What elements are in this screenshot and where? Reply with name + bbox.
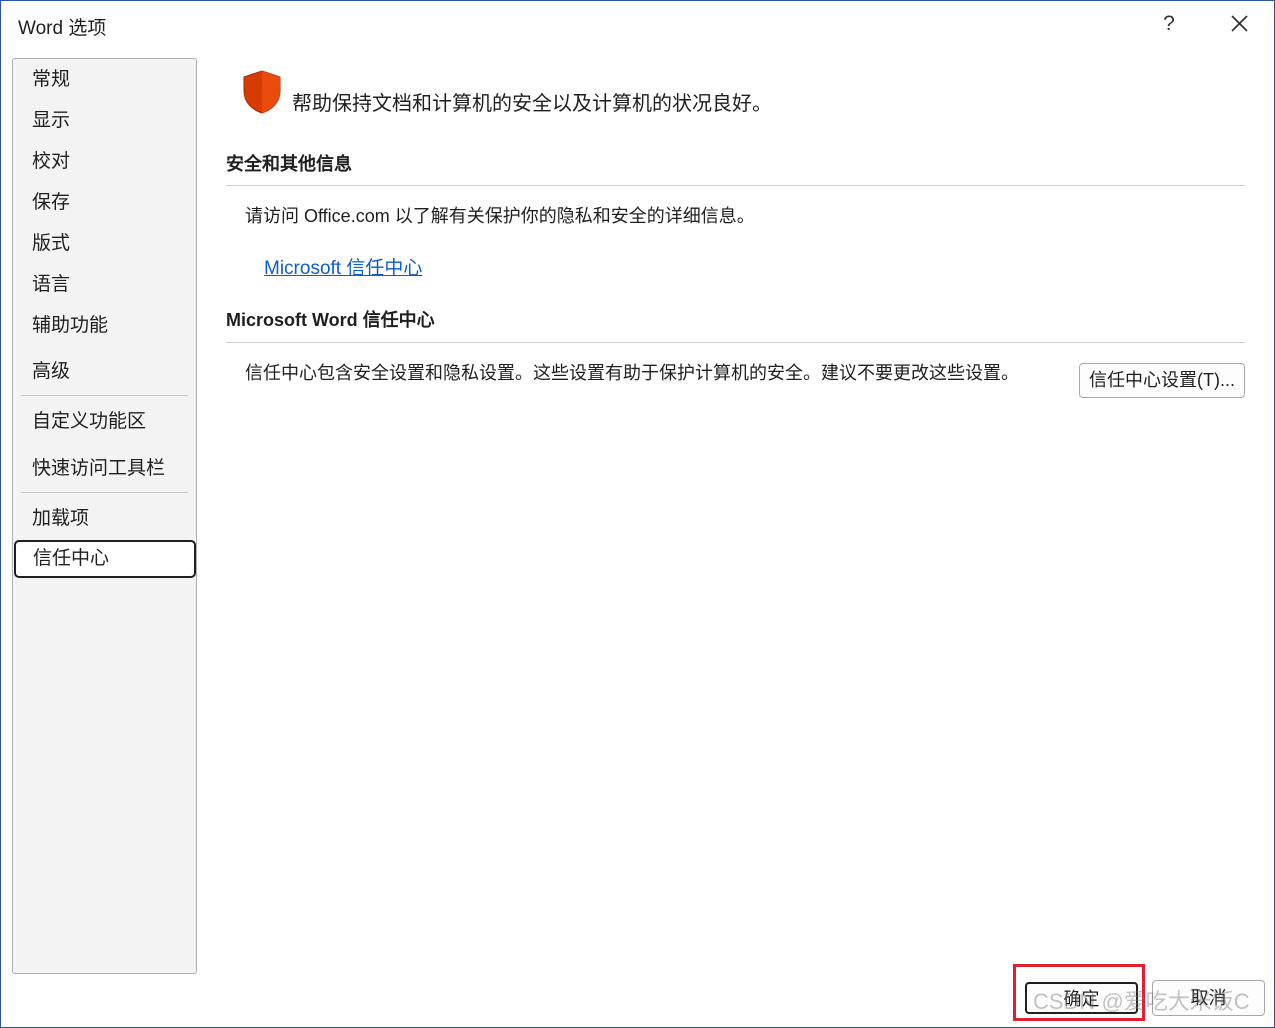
sidebar-item-layout[interactable]: 版式 bbox=[13, 225, 196, 263]
sidebar-item-quick-access-toolbar[interactable]: 快速访问工具栏 bbox=[13, 450, 196, 488]
close-button[interactable] bbox=[1223, 9, 1255, 39]
sidebar-item-save[interactable]: 保存 bbox=[13, 184, 196, 222]
sidebar-item-advanced[interactable]: 高级 bbox=[13, 353, 196, 391]
trust-center-section-text: 信任中心包含安全设置和隐私设置。这些设置有助于保护计算机的安全。建议不要更改这些… bbox=[245, 363, 1019, 383]
sidebar-item-trust-center[interactable]: 信任中心 bbox=[14, 540, 196, 578]
word-options-dialog: Word 选项 ? 常规 显示 校对 保存 版式 语言 辅助功能 高级 自定义功… bbox=[0, 0, 1275, 1028]
sidebar-item-display[interactable]: 显示 bbox=[13, 102, 196, 140]
sidebar-item-add-ins[interactable]: 加载项 bbox=[13, 500, 196, 538]
sidebar-divider bbox=[21, 492, 188, 493]
section-divider bbox=[226, 185, 1245, 186]
security-section-title: 安全和其他信息 bbox=[226, 154, 352, 174]
trust-center-settings-button[interactable]: 信任中心设置(T)... bbox=[1079, 363, 1245, 398]
window-title: Word 选项 bbox=[18, 18, 107, 39]
sidebar-item-general[interactable]: 常规 bbox=[13, 61, 196, 99]
cancel-button[interactable]: 取消 bbox=[1152, 980, 1265, 1016]
sidebar-divider bbox=[21, 395, 188, 396]
sidebar-item-customize-ribbon[interactable]: 自定义功能区 bbox=[13, 403, 196, 441]
help-button[interactable]: ? bbox=[1156, 9, 1182, 39]
page-header-text: 帮助保持文档和计算机的安全以及计算机的状况良好。 bbox=[292, 93, 772, 115]
ok-button[interactable]: 确定 bbox=[1025, 982, 1138, 1014]
shield-icon bbox=[243, 70, 281, 114]
section-divider bbox=[226, 342, 1245, 343]
title-bar: Word 选项 ? bbox=[1, 1, 1274, 49]
options-sidebar: 常规 显示 校对 保存 版式 语言 辅助功能 高级 自定义功能区 快速访问工具栏… bbox=[12, 58, 197, 974]
sidebar-item-accessibility[interactable]: 辅助功能 bbox=[13, 307, 196, 345]
security-section-text: 请访问 Office.com 以了解有关保护你的隐私和安全的详细信息。 bbox=[245, 206, 755, 226]
microsoft-trust-center-link[interactable]: Microsoft 信任中心 bbox=[264, 253, 422, 280]
sidebar-item-proofing[interactable]: 校对 bbox=[13, 143, 196, 181]
close-icon bbox=[1231, 15, 1248, 32]
sidebar-item-language[interactable]: 语言 bbox=[13, 266, 196, 304]
trust-center-section-title: Microsoft Word 信任中心 bbox=[226, 310, 435, 330]
